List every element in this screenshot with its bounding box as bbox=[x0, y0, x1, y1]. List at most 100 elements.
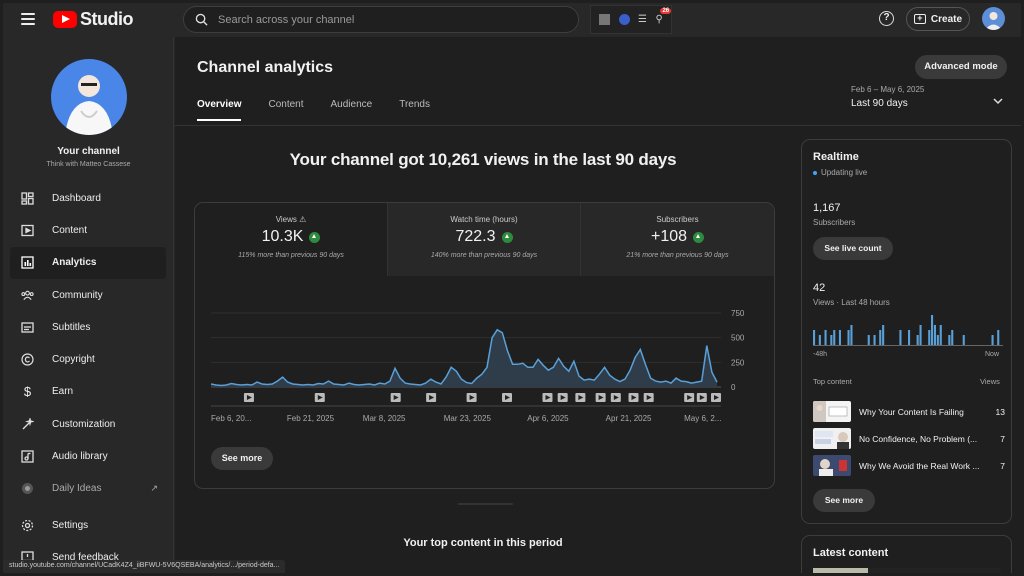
tab-overview[interactable]: Overview bbox=[197, 99, 242, 121]
copyright-icon bbox=[21, 353, 34, 366]
metric-subscribers[interactable]: Subscribers +108 21% more than previous … bbox=[581, 203, 774, 276]
top-bar: Studio ☰ ⚲26 ? + Create bbox=[3, 3, 1021, 37]
sidebar-item-label: Customization bbox=[52, 418, 116, 430]
help-icon[interactable]: ? bbox=[879, 11, 894, 26]
see-live-count-button[interactable]: See live count bbox=[813, 237, 893, 260]
video-title: No Confidence, No Problem (... bbox=[859, 433, 978, 444]
sidebar: Your channel Think with Matteo Cassese D… bbox=[3, 37, 174, 573]
sidebar-item-label: Content bbox=[52, 224, 88, 236]
extension-badge-icon[interactable]: ⚲ 26 bbox=[655, 8, 672, 25]
tab-audience[interactable]: Audience bbox=[331, 99, 373, 121]
sidebar-item-subtitles[interactable]: Subtitles bbox=[10, 311, 166, 343]
metric-views[interactable]: Views ⚠ 10.3K 115% more than previous 90… bbox=[195, 203, 388, 276]
create-label: Create bbox=[930, 13, 963, 25]
latest-content-card: Latest content bbox=[801, 535, 1012, 573]
analytics-icon bbox=[21, 256, 34, 269]
create-icon: + bbox=[913, 14, 926, 24]
sidebar-item-community[interactable]: Community bbox=[10, 279, 166, 311]
studio-logo[interactable]: Studio bbox=[53, 9, 134, 30]
subscriber-label: Subscribers bbox=[813, 218, 856, 227]
menu-icon[interactable] bbox=[21, 13, 35, 25]
daily-ideas-icon bbox=[21, 482, 34, 495]
tab-content[interactable]: Content bbox=[268, 99, 303, 121]
external-link-icon: ↗ bbox=[150, 483, 158, 494]
list-item[interactable]: Why Your Content Is Failing 13 bbox=[813, 398, 1005, 425]
realtime-see-more-button[interactable]: See more bbox=[813, 489, 875, 512]
date-range-selector[interactable]: Feb 6 – May 6, 2025 Last 90 days bbox=[851, 85, 1003, 109]
sidebar-item-daily-ideas[interactable]: Daily Ideas ↗ bbox=[10, 473, 166, 505]
x-tick-label: Feb 6, 20... bbox=[211, 414, 251, 423]
top-content-header: Top content bbox=[813, 377, 852, 386]
latest-content-thumbnail[interactable] bbox=[813, 568, 1001, 573]
realtime-bar bbox=[882, 325, 885, 345]
list-icon[interactable]: ☰ bbox=[638, 14, 647, 25]
sidebar-item-label: Community bbox=[52, 289, 103, 301]
latest-content-title: Latest content bbox=[813, 547, 889, 559]
realtime-axis-end: Now bbox=[985, 351, 1000, 358]
sidebar-item-label: Settings bbox=[52, 519, 89, 531]
metric-value: +108 bbox=[581, 228, 774, 246]
see-more-button[interactable]: See more bbox=[211, 447, 273, 470]
sidebar-item-label: Daily Ideas bbox=[52, 483, 102, 495]
realtime-bar bbox=[916, 335, 919, 345]
search-bar[interactable] bbox=[183, 6, 579, 33]
dashboard-icon bbox=[21, 191, 34, 205]
date-range-dates: Feb 6 – May 6, 2025 bbox=[851, 85, 925, 94]
create-button[interactable]: + Create bbox=[906, 7, 970, 31]
realtime-card: Realtime Updating live 1,167 Subscribers… bbox=[801, 139, 1012, 524]
channel-name[interactable]: Your channel bbox=[3, 146, 174, 157]
metric-watch-time[interactable]: Watch time (hours) 722.3 140% more than … bbox=[388, 203, 581, 276]
content-icon bbox=[21, 224, 34, 237]
realtime-bar bbox=[908, 330, 911, 345]
realtime-bar bbox=[873, 335, 876, 345]
sidebar-item-settings[interactable]: Settings bbox=[10, 509, 166, 541]
list-item[interactable]: No Confidence, No Problem (... 7 bbox=[813, 425, 1005, 452]
account-avatar[interactable] bbox=[982, 7, 1005, 30]
sidebar-item-label: Analytics bbox=[52, 257, 97, 269]
realtime-bar bbox=[867, 335, 870, 345]
video-title: Why We Avoid the Real Work ... bbox=[859, 460, 980, 471]
live-dot-icon bbox=[813, 170, 817, 175]
sidebar-item-copyright[interactable]: Copyright bbox=[10, 343, 166, 375]
x-tick-label: May 6, 2... bbox=[684, 414, 721, 423]
sidebar-item-audio-library[interactable]: Audio library bbox=[10, 440, 166, 472]
community-icon bbox=[21, 289, 34, 302]
sidebar-item-analytics[interactable]: Analytics bbox=[10, 246, 166, 279]
channel-avatar[interactable] bbox=[51, 59, 127, 135]
search-input[interactable] bbox=[218, 13, 548, 26]
sidebar-item-dashboard[interactable]: Dashboard bbox=[10, 182, 166, 214]
sidebar-item-content[interactable]: Content bbox=[10, 214, 166, 246]
realtime-bar bbox=[997, 330, 1000, 345]
realtime-bar bbox=[933, 325, 936, 345]
realtime-title: Realtime bbox=[813, 151, 859, 163]
extensions-toolbar: ☰ ⚲ 26 bbox=[590, 5, 672, 34]
video-title: Why Your Content Is Failing bbox=[859, 406, 964, 417]
page-title: Channel analytics bbox=[197, 59, 334, 76]
realtime-bar bbox=[818, 335, 821, 345]
realtime-bar bbox=[813, 330, 816, 345]
sidebar-item-customization[interactable]: Customization bbox=[10, 408, 166, 440]
arrow-up-icon bbox=[309, 231, 321, 243]
advanced-mode-button[interactable]: Advanced mode bbox=[915, 55, 1007, 79]
studio-window: Studio ☰ ⚲26 ? + Create bbox=[3, 3, 1021, 573]
sidebar-item-earn[interactable]: $ Earn bbox=[10, 376, 166, 408]
realtime-bar bbox=[830, 335, 833, 345]
realtime-bar bbox=[951, 330, 954, 345]
chevron-down-icon bbox=[993, 98, 1003, 105]
list-item[interactable]: Why We Avoid the Real Work ... 7 bbox=[813, 452, 1005, 479]
audio-library-icon bbox=[21, 450, 34, 463]
y-tick-label: 250 bbox=[731, 358, 745, 367]
realtime-bar bbox=[962, 335, 965, 345]
warning-icon: ⚠ bbox=[299, 215, 307, 224]
extension-icon[interactable] bbox=[599, 14, 611, 25]
metric-title: Views ⚠ bbox=[275, 215, 307, 224]
subscriber-count: 1,167 bbox=[813, 202, 841, 214]
realtime-bar bbox=[928, 330, 931, 345]
realtime-bar-chart[interactable] bbox=[813, 314, 1003, 346]
views-chart[interactable]: 0 250 500 750 Feb 6, 20... Feb 21, 2025 Mar 8,… bbox=[195, 276, 775, 441]
realtime-views-label: Views · Last 48 hours bbox=[813, 298, 890, 307]
extension-icon[interactable] bbox=[618, 14, 630, 25]
video-thumbnail bbox=[813, 455, 851, 476]
tab-trends[interactable]: Trends bbox=[399, 99, 430, 121]
x-tick-label: Apr 6, 2025 bbox=[527, 414, 569, 423]
